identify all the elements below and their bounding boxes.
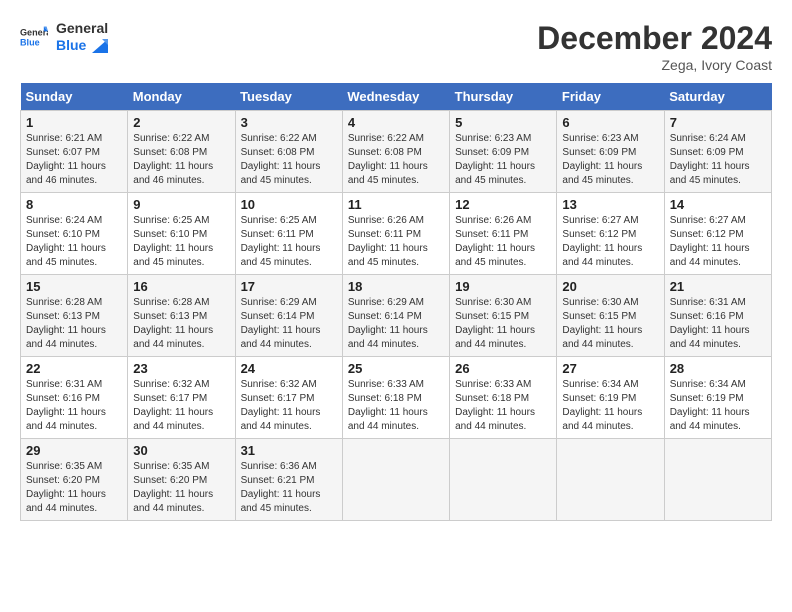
table-row: 9Sunrise: 6:25 AMSunset: 6:10 PMDaylight… [128, 193, 235, 275]
table-row: 11Sunrise: 6:26 AMSunset: 6:11 PMDayligh… [342, 193, 449, 275]
table-row: 15Sunrise: 6:28 AMSunset: 6:13 PMDayligh… [21, 275, 128, 357]
table-row: 10Sunrise: 6:25 AMSunset: 6:11 PMDayligh… [235, 193, 342, 275]
table-row: 6Sunrise: 6:23 AMSunset: 6:09 PMDaylight… [557, 111, 664, 193]
svg-text:Blue: Blue [20, 37, 40, 47]
table-row: 23Sunrise: 6:32 AMSunset: 6:17 PMDayligh… [128, 357, 235, 439]
col-wednesday: Wednesday [342, 83, 449, 111]
table-row: 3Sunrise: 6:22 AMSunset: 6:08 PMDaylight… [235, 111, 342, 193]
table-row: 18Sunrise: 6:29 AMSunset: 6:14 PMDayligh… [342, 275, 449, 357]
table-row: 5Sunrise: 6:23 AMSunset: 6:09 PMDaylight… [450, 111, 557, 193]
table-row: 24Sunrise: 6:32 AMSunset: 6:17 PMDayligh… [235, 357, 342, 439]
table-row: 13Sunrise: 6:27 AMSunset: 6:12 PMDayligh… [557, 193, 664, 275]
table-row: 8Sunrise: 6:24 AMSunset: 6:10 PMDaylight… [21, 193, 128, 275]
col-saturday: Saturday [664, 83, 771, 111]
calendar-header-row: Sunday Monday Tuesday Wednesday Thursday… [21, 83, 772, 111]
title-block: December 2024 Zega, Ivory Coast [537, 20, 772, 73]
month-title: December 2024 [537, 20, 772, 57]
table-row: 2Sunrise: 6:22 AMSunset: 6:08 PMDaylight… [128, 111, 235, 193]
table-row: 30Sunrise: 6:35 AMSunset: 6:20 PMDayligh… [128, 439, 235, 521]
table-row: 4Sunrise: 6:22 AMSunset: 6:08 PMDaylight… [342, 111, 449, 193]
blue-triangle-icon [92, 39, 108, 53]
logo-icon: General Blue [20, 23, 48, 51]
table-row: 14Sunrise: 6:27 AMSunset: 6:12 PMDayligh… [664, 193, 771, 275]
page-header: General Blue General Blue December 2024 … [20, 20, 772, 73]
calendar-table: Sunday Monday Tuesday Wednesday Thursday… [20, 83, 772, 521]
logo: General Blue General Blue [20, 20, 108, 54]
col-sunday: Sunday [21, 83, 128, 111]
col-thursday: Thursday [450, 83, 557, 111]
table-row: 21Sunrise: 6:31 AMSunset: 6:16 PMDayligh… [664, 275, 771, 357]
table-row: 19Sunrise: 6:30 AMSunset: 6:15 PMDayligh… [450, 275, 557, 357]
table-row: 28Sunrise: 6:34 AMSunset: 6:19 PMDayligh… [664, 357, 771, 439]
table-row: 20Sunrise: 6:30 AMSunset: 6:15 PMDayligh… [557, 275, 664, 357]
table-row: 26Sunrise: 6:33 AMSunset: 6:18 PMDayligh… [450, 357, 557, 439]
col-monday: Monday [128, 83, 235, 111]
table-row: 29Sunrise: 6:35 AMSunset: 6:20 PMDayligh… [21, 439, 128, 521]
location: Zega, Ivory Coast [537, 57, 772, 73]
table-row: 17Sunrise: 6:29 AMSunset: 6:14 PMDayligh… [235, 275, 342, 357]
table-row [450, 439, 557, 521]
table-row: 22Sunrise: 6:31 AMSunset: 6:16 PMDayligh… [21, 357, 128, 439]
table-row: 12Sunrise: 6:26 AMSunset: 6:11 PMDayligh… [450, 193, 557, 275]
table-row [557, 439, 664, 521]
table-row: 31Sunrise: 6:36 AMSunset: 6:21 PMDayligh… [235, 439, 342, 521]
table-row: 25Sunrise: 6:33 AMSunset: 6:18 PMDayligh… [342, 357, 449, 439]
table-row: 1Sunrise: 6:21 AMSunset: 6:07 PMDaylight… [21, 111, 128, 193]
table-row: 27Sunrise: 6:34 AMSunset: 6:19 PMDayligh… [557, 357, 664, 439]
table-row [342, 439, 449, 521]
table-row [664, 439, 771, 521]
col-tuesday: Tuesday [235, 83, 342, 111]
table-row: 16Sunrise: 6:28 AMSunset: 6:13 PMDayligh… [128, 275, 235, 357]
table-row: 7Sunrise: 6:24 AMSunset: 6:09 PMDaylight… [664, 111, 771, 193]
col-friday: Friday [557, 83, 664, 111]
